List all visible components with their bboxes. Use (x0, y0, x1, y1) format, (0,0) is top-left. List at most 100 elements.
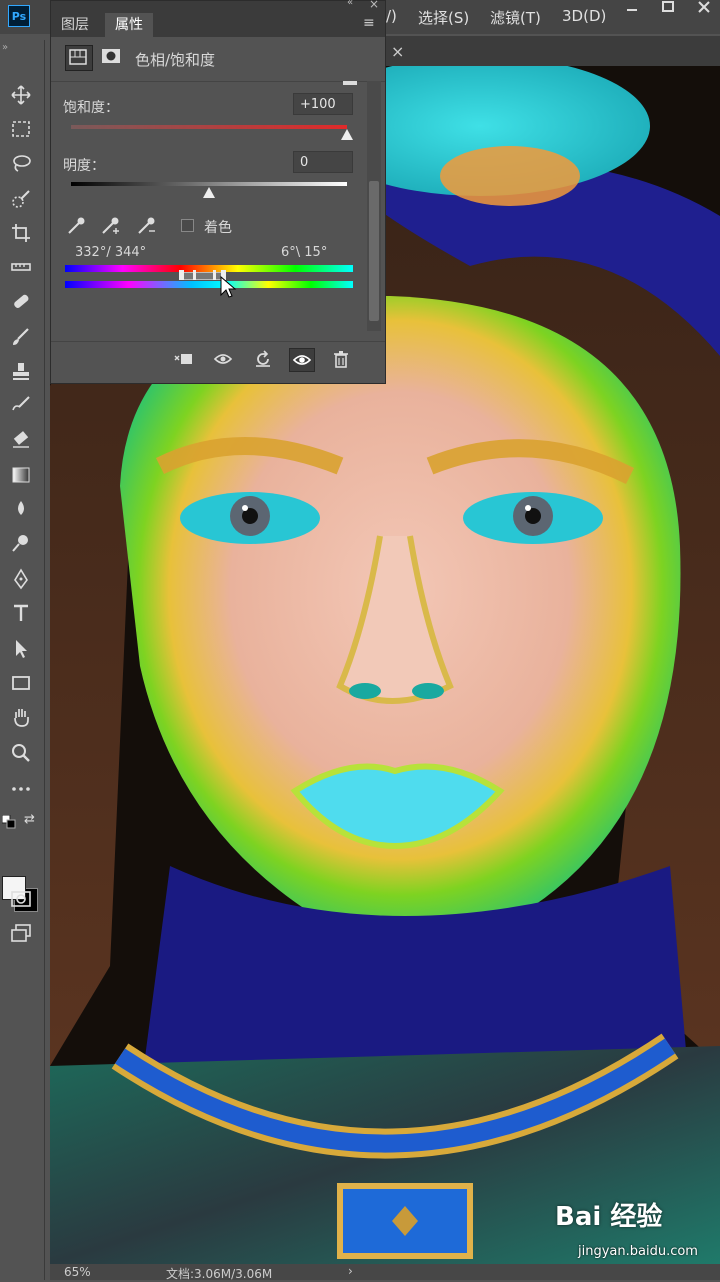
bandage-icon (14, 294, 29, 308)
panel-tabs: 图层 属性 ≡ (51, 11, 385, 37)
move-icon (11, 85, 31, 105)
adjustment-layer-icon (69, 49, 87, 65)
trash-icon (334, 351, 348, 368)
colorize-label: 着色 (204, 220, 232, 236)
range-right-readout: 6°\ 15° (281, 245, 328, 260)
tab-properties[interactable]: 属性 (105, 13, 153, 37)
zoom-level[interactable]: 65% (64, 1265, 91, 1279)
close-panel-icon[interactable]: × (369, 0, 379, 11)
minimize-icon (627, 9, 637, 11)
type-tool[interactable] (8, 600, 34, 626)
path-selection-tool[interactable] (8, 636, 34, 662)
clone-stamp-tool[interactable] (8, 358, 34, 384)
mask-button[interactable] (99, 45, 125, 69)
toggle-visibility-button[interactable] (289, 348, 315, 372)
document-tab-strip (386, 36, 720, 66)
panel-grip-bar[interactable]: « × (51, 0, 385, 11)
eraser-tool[interactable] (8, 426, 34, 452)
marquee-tool[interactable] (8, 116, 34, 142)
range-left-readout: 332°/ 344° (75, 245, 147, 260)
view-previous-state-button[interactable] (211, 348, 235, 370)
properties-panel: « × 图层 属性 ≡ 色相/饱和度 饱和度： +100 明度： 0 着色 33… (50, 0, 386, 384)
hand-tool[interactable] (8, 704, 34, 730)
gradient-icon (12, 467, 30, 483)
delete-adjustment-button[interactable] (329, 348, 353, 370)
healing-brush-tool[interactable] (8, 288, 34, 314)
reset-button[interactable] (251, 348, 275, 370)
saturation-slider-thumb[interactable] (341, 129, 353, 140)
colorize-checkbox[interactable] (181, 219, 194, 232)
close-document-icon[interactable]: × (391, 42, 404, 61)
status-menu-arrow[interactable]: › (348, 1264, 353, 1278)
pen-icon (14, 568, 28, 590)
history-brush-icon (12, 396, 30, 411)
lightness-label: 明度： (63, 158, 105, 174)
ellipsis-icon (12, 787, 30, 791)
clip-to-layer-icon (174, 354, 192, 364)
pen-tool[interactable] (8, 566, 34, 592)
photoshop-logo: Ps (8, 5, 30, 27)
layer-mask-icon (102, 49, 120, 63)
menu-item-filter[interactable]: 滤镜(T) (490, 7, 541, 28)
eye-previous-icon (213, 354, 233, 364)
gradient-tool[interactable] (8, 462, 34, 488)
saturation-slider-track[interactable] (71, 125, 347, 129)
add-to-sample-button[interactable] (99, 215, 121, 241)
lightness-slider-track[interactable] (71, 182, 347, 186)
zoom-tool[interactable] (8, 740, 34, 766)
default-colors-icon[interactable] (1, 814, 16, 833)
panel-footer (51, 341, 385, 376)
hue-range-left-handle[interactable] (179, 270, 184, 280)
hue-range-left-inner-handle[interactable] (193, 270, 196, 280)
status-bar: 65% 文档:3.06M/3.06M › (50, 1264, 720, 1281)
swap-colors-icon[interactable]: ⇄ (24, 812, 35, 827)
clip-to-layer-button[interactable] (171, 348, 195, 370)
restore-button[interactable] (650, 0, 686, 20)
eyedropper-plus-icon (102, 217, 119, 234)
close-window-button[interactable] (686, 0, 720, 20)
eye-icon (292, 355, 312, 365)
adjustment-header: 色相/饱和度 (51, 37, 385, 82)
ruler-icon (11, 263, 31, 271)
menu-item-partial[interactable]: /) (386, 7, 397, 25)
blur-drop-icon (18, 501, 24, 515)
menu-item-3d[interactable]: 3D(D) (562, 7, 606, 25)
screen-mode-button[interactable] (8, 920, 34, 946)
lasso-tool[interactable] (8, 150, 34, 176)
lightness-input[interactable]: 0 (293, 151, 353, 173)
quick-mask-icon (11, 891, 31, 907)
eyedropper-button[interactable] (65, 215, 87, 241)
collapse-toolbar-icon[interactable]: » (2, 42, 8, 53)
output-hue-bar (65, 281, 353, 288)
collapse-panel-icon[interactable]: « (347, 0, 353, 8)
rectangle-tool[interactable] (8, 670, 34, 696)
eyedropper-tool[interactable] (8, 254, 34, 280)
crop-tool[interactable] (8, 220, 34, 246)
screen-mode-icon (11, 924, 31, 942)
eraser-icon (13, 431, 29, 448)
move-tool[interactable] (8, 82, 34, 108)
input-hue-bar (65, 265, 353, 272)
lightness-slider-thumb[interactable] (203, 187, 215, 198)
saturation-input[interactable]: +100 (293, 93, 353, 115)
tab-layers[interactable]: 图层 (51, 13, 99, 37)
mouse-cursor-icon (220, 275, 237, 298)
history-brush-tool[interactable] (8, 392, 34, 418)
reset-icon (256, 350, 270, 367)
quick-selection-tool[interactable] (8, 186, 34, 212)
hue-range-right-inner-handle[interactable] (213, 270, 216, 280)
panel-menu-icon[interactable]: ≡ (363, 15, 375, 31)
quick-mask-button[interactable] (8, 886, 34, 912)
brush-tool[interactable] (8, 324, 34, 350)
menu-item-select[interactable]: 选择(S) (418, 7, 469, 28)
scrollbar-thumb[interactable] (369, 181, 379, 321)
more-tools[interactable] (8, 776, 34, 802)
subtract-from-sample-button[interactable] (135, 215, 157, 241)
adjustment-icon-button[interactable] (65, 45, 93, 71)
stamp-icon (13, 363, 29, 380)
blur-tool[interactable] (8, 496, 34, 522)
minimize-button[interactable] (614, 0, 650, 20)
document-size-info: 文档:3.06M/3.06M (166, 1267, 273, 1281)
panel-scrollbar[interactable] (367, 81, 381, 331)
dodge-tool[interactable] (8, 530, 34, 556)
